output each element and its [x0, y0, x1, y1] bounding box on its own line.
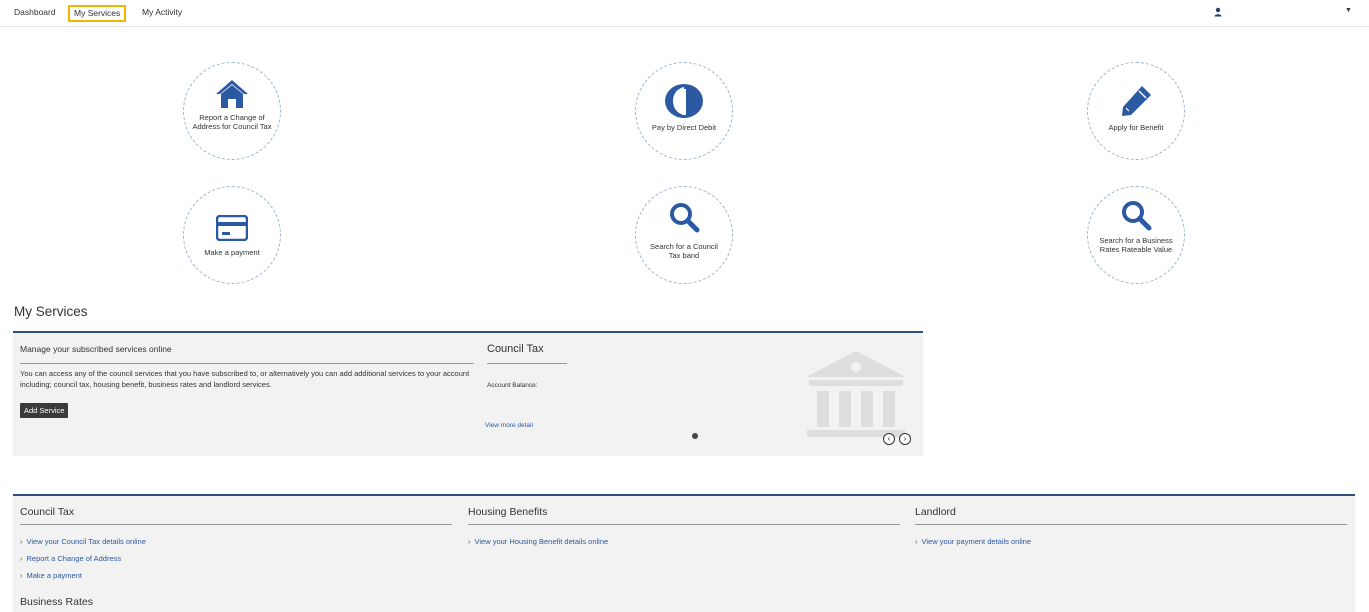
tile-label: Search for a Council Tax band — [650, 242, 718, 260]
divider — [20, 363, 474, 364]
search-icon — [670, 203, 700, 233]
council-tax-column: Council Tax › View your Council Tax detai… — [20, 506, 452, 581]
search-icon — [1122, 201, 1152, 231]
carousel-title: Council Tax — [487, 343, 544, 355]
divider — [487, 363, 567, 364]
nav-my-activity[interactable]: My Activity — [138, 5, 186, 22]
tile-label: Apply for Benefit — [1108, 123, 1164, 132]
tile-label: Pay by Direct Debit — [651, 123, 717, 132]
carousel-indicator[interactable] — [692, 433, 698, 439]
council-tax-link[interactable]: › View your Council Tax details online — [20, 537, 452, 547]
house-icon — [216, 80, 248, 108]
manage-description: You can access any of the council servic… — [20, 369, 470, 389]
column-title: Housing Benefits — [468, 506, 900, 525]
tile-apply-benefit[interactable]: Apply for Benefit — [1087, 62, 1185, 160]
tile-direct-debit[interactable]: Pay by Direct Debit — [635, 62, 733, 160]
add-service-button[interactable]: Add Service — [20, 403, 69, 418]
manage-title: Manage your subscribed services online — [20, 344, 172, 354]
chevron-right-icon: › — [20, 554, 23, 563]
tile-search-ct-band[interactable]: Search for a Council Tax band — [635, 186, 733, 284]
housing-benefit-link[interactable]: › View your Housing Benefit details onlin… — [468, 537, 900, 547]
view-more-detail-link[interactable]: View more detail — [485, 422, 533, 429]
chevron-right-icon: › — [915, 537, 918, 546]
chevron-right-icon: › — [20, 571, 23, 580]
tile-label: Report a Change of Address for Council T… — [192, 113, 272, 131]
account-balance-label: Account Balance: — [487, 382, 538, 389]
business-rates-title: Business Rates — [20, 596, 93, 608]
user-icon[interactable] — [1213, 7, 1223, 17]
my-services-heading: My Services — [14, 304, 88, 319]
landlord-column: Landlord › View your payment details onli… — [915, 506, 1347, 547]
housing-benefits-column: Housing Benefits › View your Housing Bene… — [468, 506, 900, 547]
council-tax-link[interactable]: › Report a Change of Address — [20, 554, 452, 564]
caret-down-icon[interactable]: ▼ — [1345, 7, 1352, 14]
credit-card-icon — [216, 215, 248, 241]
column-title: Council Tax — [20, 506, 452, 525]
chevron-right-icon: › — [468, 537, 471, 546]
tile-search-business-rates[interactable]: Search for a Business Rates Rateable Val… — [1087, 186, 1185, 284]
tile-label: Search for a Business Rates Rateable Val… — [1099, 236, 1173, 254]
direct-debit-icon — [665, 84, 703, 118]
pencil-icon — [1122, 86, 1151, 116]
landlord-link[interactable]: › View your payment details online — [915, 537, 1347, 547]
council-tax-link[interactable]: › Make a payment — [20, 571, 452, 581]
service-links-panel: Council Tax › View your Council Tax detai… — [13, 494, 1355, 612]
column-title: Landlord — [915, 506, 1347, 525]
chevron-right-icon: › — [20, 537, 23, 546]
tile-label: Make a payment — [204, 248, 260, 257]
tile-change-address[interactable]: Report a Change of Address for Council T… — [183, 62, 281, 160]
bank-icon — [806, 351, 906, 437]
tile-make-payment[interactable]: Make a payment — [183, 186, 281, 284]
nav-dashboard[interactable]: Dashboard — [10, 5, 60, 22]
services-panel: Manage your subscribed services online Y… — [13, 331, 923, 456]
carousel-next-button[interactable]: › — [899, 433, 911, 445]
nav-my-services[interactable]: My Services — [68, 5, 127, 22]
top-nav: Dashboard My Services My Activity ▼ — [0, 0, 1369, 27]
carousel-prev-button[interactable]: ‹ — [883, 433, 895, 445]
